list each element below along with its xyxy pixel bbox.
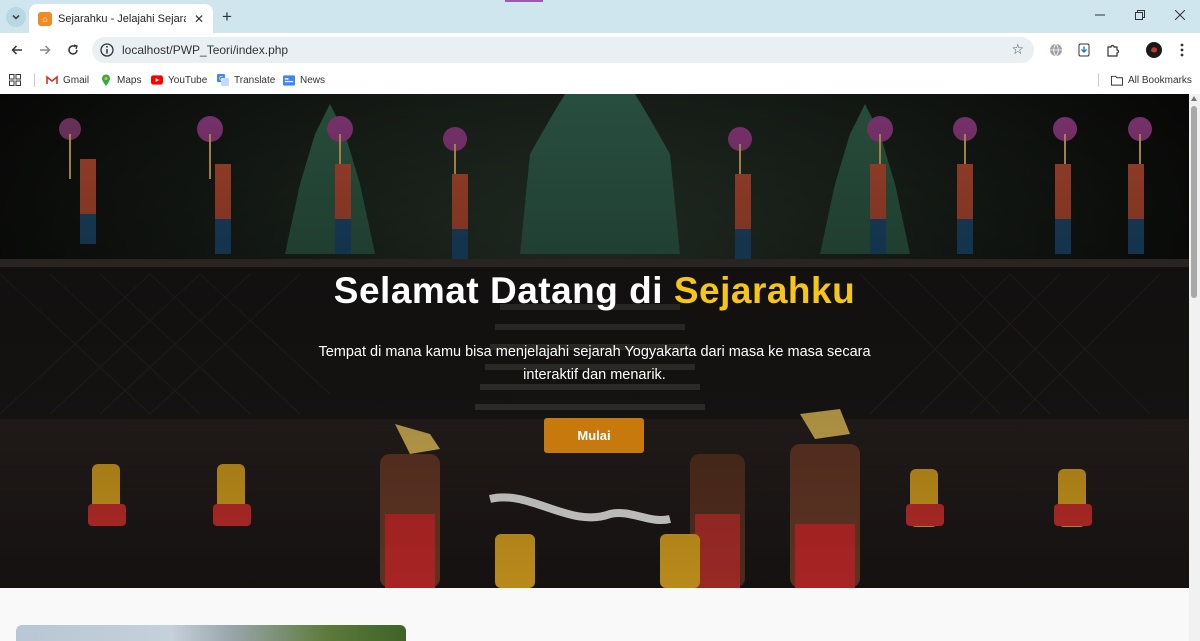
forward-arrow-icon xyxy=(40,45,51,55)
bookmark-youtube[interactable]: YouTube xyxy=(151,71,207,89)
bookmark-label: Maps xyxy=(117,74,142,86)
sejarahku-favicon-icon: ⌂ xyxy=(38,11,52,26)
hero-title: Selamat Datang di Sejarahku xyxy=(0,270,1189,312)
bookmarks-separator xyxy=(34,73,35,87)
hero-title-accent: Sejarahku xyxy=(673,270,856,311)
bookmark-news[interactable]: News xyxy=(283,71,325,89)
tab-title: Sejarahku - Jelajahi Sejarah Indo xyxy=(58,12,186,25)
extension-download-icon[interactable] xyxy=(1075,41,1093,59)
minimize-button[interactable] xyxy=(1080,0,1120,30)
browser-toolbar: localhost/PWP_Teori/index.php ☆ xyxy=(0,33,1200,66)
hero-section: Selamat Datang di Sejarahku Tempat di ma… xyxy=(0,94,1189,588)
bookmarks-separator xyxy=(1098,73,1099,87)
address-bar[interactable]: localhost/PWP_Teori/index.php ☆ xyxy=(92,37,1034,63)
reload-icon xyxy=(68,44,78,55)
scroll-up-icon[interactable] xyxy=(1191,96,1197,101)
bookmark-label: Translate xyxy=(234,74,276,86)
all-bookmarks-label: All Bookmarks xyxy=(1128,74,1192,86)
youtube-icon xyxy=(151,74,163,86)
all-bookmarks-button[interactable]: All Bookmarks xyxy=(1111,71,1192,89)
news-icon xyxy=(283,74,295,86)
hero-title-prefix: Selamat Datang di xyxy=(333,270,674,311)
site-info-icon[interactable] xyxy=(99,42,115,58)
extensions-puzzle-icon[interactable] xyxy=(1104,41,1122,59)
folder-icon xyxy=(1111,74,1123,86)
minimize-icon xyxy=(1095,14,1105,16)
active-tab[interactable]: ⌂ Sejarahku - Jelajahi Sejarah Indo ✕ xyxy=(29,4,213,33)
restore-icon xyxy=(1135,10,1145,20)
translate-icon: G xyxy=(217,74,229,86)
maps-icon xyxy=(100,74,112,86)
forward-button[interactable] xyxy=(34,39,56,61)
close-icon xyxy=(1175,10,1185,20)
bookmark-label: Gmail xyxy=(63,74,90,86)
back-button[interactable] xyxy=(6,39,28,61)
hero-description: Tempat di mana kamu bisa menjelajahi sej… xyxy=(318,344,871,383)
page-viewport: Selamat Datang di Sejarahku Tempat di ma… xyxy=(0,94,1189,641)
bookmark-label: News xyxy=(300,74,326,86)
bookmark-gmail[interactable]: Gmail xyxy=(46,71,89,89)
browser-menu-icon[interactable] xyxy=(1173,41,1191,59)
apps-grid-icon[interactable] xyxy=(9,71,21,89)
tab-group-indicator xyxy=(505,0,543,2)
back-arrow-icon xyxy=(11,45,22,55)
page-scrollbar[interactable] xyxy=(1189,94,1200,641)
feature-card-image[interactable] xyxy=(16,625,406,641)
tab-search-button[interactable] xyxy=(6,7,26,27)
window-controls xyxy=(1080,0,1200,30)
bookmark-translate[interactable]: G Translate xyxy=(217,71,275,89)
new-tab-button[interactable]: + xyxy=(222,7,232,27)
scrollbar-thumb[interactable] xyxy=(1191,106,1197,298)
bookmark-maps[interactable]: Maps xyxy=(100,71,141,89)
profile-avatar[interactable] xyxy=(1145,41,1163,59)
url-text: localhost/PWP_Teori/index.php xyxy=(122,43,289,57)
svg-text:G: G xyxy=(219,76,224,83)
bookmark-label: YouTube xyxy=(168,74,208,86)
restore-button[interactable] xyxy=(1120,0,1160,30)
bookmarks-bar: Gmail Maps YouTube G Translate News All … xyxy=(0,66,1200,94)
reload-button[interactable] xyxy=(62,39,84,61)
chevron-down-icon xyxy=(12,14,20,20)
translate-page-icon[interactable] xyxy=(1047,41,1065,59)
gmail-icon xyxy=(46,74,58,86)
bookmark-star-icon[interactable]: ☆ xyxy=(1011,41,1024,58)
close-window-button[interactable] xyxy=(1160,0,1200,30)
start-button[interactable]: Mulai xyxy=(544,418,644,453)
tab-strip: ⌂ Sejarahku - Jelajahi Sejarah Indo ✕ + xyxy=(0,0,1200,33)
close-tab-icon[interactable]: ✕ xyxy=(194,12,204,26)
